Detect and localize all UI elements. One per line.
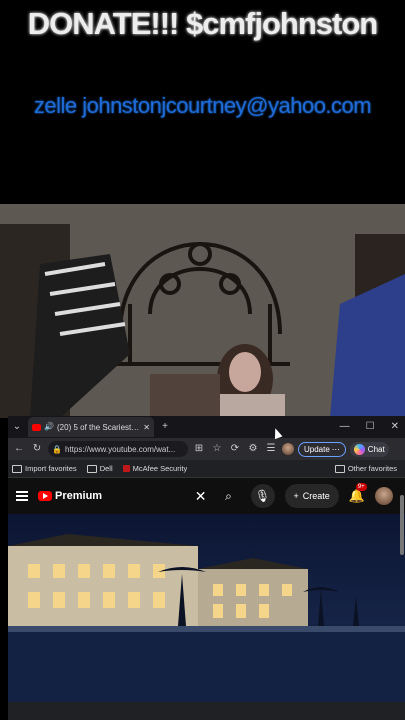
favorite-label: McAfee Security <box>132 464 188 473</box>
notifications-bell-icon[interactable]: 🔔 9+ <box>349 483 367 504</box>
profile-avatar[interactable] <box>282 443 294 455</box>
other-favorites[interactable]: Other favorites <box>334 464 397 473</box>
youtube-header-actions: ✕ ⌕ 🎙 + Create 🔔 9+ <box>195 478 393 514</box>
other-favorites-label: Other favorites <box>347 464 397 473</box>
premium-label: Premium <box>55 490 103 502</box>
import-icon <box>12 464 22 473</box>
maximize-icon[interactable]: ☐ <box>366 416 375 438</box>
plus-icon: + <box>293 491 299 501</box>
favorite-label: Dell <box>99 464 113 473</box>
favorite-mcafee[interactable]: McAfee Security <box>122 464 188 473</box>
account-avatar[interactable] <box>375 487 393 505</box>
favorites-bar: Import favorites Dell McAfee Security Ot… <box>8 460 405 478</box>
create-button[interactable]: + Create <box>284 484 339 508</box>
close-tab-icon[interactable]: ✕ <box>143 423 150 432</box>
reader-view-icon[interactable]: ⊞ <box>192 439 206 459</box>
tab-actions-icon[interactable]: ⌄ <box>10 417 24 437</box>
create-label: Create <box>302 491 330 501</box>
video-player[interactable] <box>8 514 405 702</box>
favorite-star-icon[interactable]: ☆ <box>210 439 224 459</box>
update-button[interactable]: Update ⋯ <box>298 441 346 457</box>
favorite-dell[interactable]: Dell <box>86 464 113 473</box>
extension-icon[interactable]: ⟳ <box>228 439 242 459</box>
window-controls: — ☐ ✕ <box>340 416 399 438</box>
close-search-icon[interactable]: ✕ <box>195 488 207 505</box>
back-icon[interactable]: ← <box>12 439 26 459</box>
favorite-label: Import favorites <box>25 464 77 473</box>
refresh-icon[interactable]: ↻ <box>30 439 44 459</box>
youtube-favicon-icon <box>32 423 41 431</box>
search-icon[interactable]: ⌕ <box>217 484 241 508</box>
minimize-icon[interactable]: — <box>340 416 350 438</box>
mcafee-icon <box>122 465 130 472</box>
favorite-import[interactable]: Import favorites <box>12 464 77 473</box>
zelle-overlay-text: zelle johnstonjcourtney@yahoo.com <box>33 93 372 118</box>
folder-icon <box>334 464 345 473</box>
folder-icon <box>86 464 97 473</box>
close-window-icon[interactable]: ✕ <box>391 416 399 438</box>
chat-button[interactable]: Chat <box>349 441 389 457</box>
tab-bar: ⌄ 🔊 (20) 5 of the Scariest True Sto ✕ + … <box>8 416 405 438</box>
new-tab-button[interactable]: + <box>158 417 172 437</box>
donate-overlay-text: DONATE!!! $cmfjohnston <box>27 6 378 41</box>
browser-window: ⌄ 🔊 (20) 5 of the Scariest True Sto ✕ + … <box>8 416 405 720</box>
tab-youtube[interactable]: 🔊 (20) 5 of the Scariest True Sto ✕ <box>28 417 154 437</box>
favorites-icon[interactable]: ☰ <box>264 439 278 459</box>
address-bar[interactable]: 🔒 https://www.youtube.com/wat... <box>48 441 188 457</box>
address-bar-row: ← ↻ 🔒 https://www.youtube.com/wat... ⊞ ☆… <box>8 438 405 460</box>
youtube-logo[interactable]: Premium <box>38 490 102 502</box>
youtube-header: Premium ✕ ⌕ 🎙 + Create 🔔 9+ <box>8 478 405 514</box>
update-label: Update <box>304 444 330 454</box>
url-text: https://www.youtube.com/wat... <box>64 444 176 454</box>
microphone-icon[interactable]: 🎙 <box>250 484 275 508</box>
audio-playing-icon[interactable]: 🔊 <box>44 417 54 437</box>
tab-title: (20) 5 of the Scariest True Sto <box>57 422 141 432</box>
settings-icon[interactable]: ⚙ <box>246 439 260 459</box>
menu-icon[interactable] <box>16 491 28 501</box>
chat-label: Chat <box>367 444 385 454</box>
copilot-icon <box>353 443 365 455</box>
more-icon: ⋯ <box>331 444 340 454</box>
lock-icon: 🔒 <box>52 444 62 454</box>
scrollbar[interactable] <box>400 495 404 555</box>
youtube-play-icon <box>38 491 52 501</box>
webcam-feed <box>0 204 405 418</box>
notification-badge: 9+ <box>355 483 367 491</box>
